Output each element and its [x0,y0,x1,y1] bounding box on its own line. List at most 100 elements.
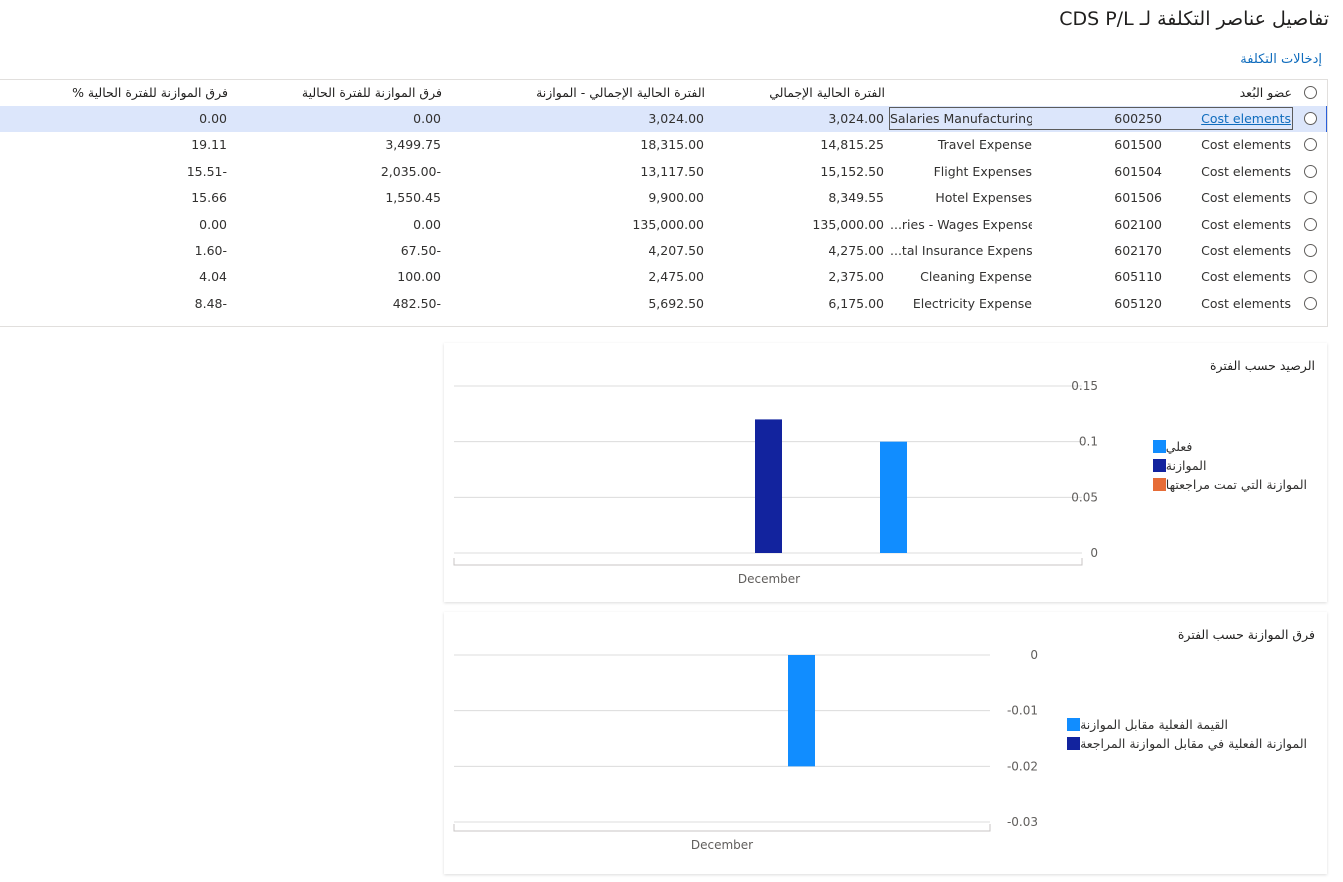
header-current-minus-budget[interactable]: الفترة الحالية الإجمالي - الموازنة [450,80,705,106]
legend-item-actual-vs-revised[interactable]: الموازنة الفعلية في مقابل الموازنة المرا… [1059,734,1307,753]
cell-code: 600250 [1114,111,1162,126]
actual-swatch [1152,440,1166,453]
budget-swatch [1152,459,1166,472]
header-dimension-member[interactable]: عضو البُعد [1092,80,1292,106]
cell-current-total: 3,024.00 [828,111,884,126]
category-axis [453,558,1083,566]
cell-budget-variance: 1,550.45 [385,190,441,206]
cell-code: 601500 [1114,137,1162,153]
balance-chart-legend: فعلي الموازنة الموازنة التي تمت مراجعتها [1145,437,1307,494]
cell-budget-variance-pct: -1.60 [194,243,227,258]
balance-by-period-panel: الرصيد حسب الفترة 0.15 0.1 0.05 0 December ف… [444,343,1327,602]
legend-item-actual[interactable]: فعلي [1145,437,1307,456]
cell-current-minus-budget: 4,207.50 [648,243,704,258]
cell-dimension-type: Cost elements [1201,137,1291,153]
row-select-radio[interactable] [1304,270,1317,284]
table-row[interactable]: Cost elements 601504 Flight Expenses 15,152… [0,159,1327,185]
cell-current-minus-budget: 135,000.00 [632,216,704,232]
actual-vs-budget-swatch [1067,718,1081,731]
cell-budget-variance: 0.00 [413,111,441,126]
cell-dimension-type[interactable]: Cost elements [1180,106,1291,132]
cell-description: Salaries Manufacturing [890,111,1032,126]
y-tick-label: -0.01 [1007,704,1038,718]
y-tick-label: 0 [1030,648,1038,662]
page-title: تفاصيل عناصر التكلفة لـ CDS P/L [1059,8,1329,30]
y-tick-label: 0 [1090,546,1098,560]
grid-header: عضو البُعد الفترة الحالية الإجمالي الفتر… [0,80,1327,107]
cell-current-total: 4,275.00 [828,243,884,258]
row-select-radio[interactable] [1304,112,1317,125]
legend-item-actual-vs-budget[interactable]: القيمة الفعلية مقابل الموازنة [1059,715,1307,734]
variance-chart-legend: القيمة الفعلية مقابل الموازنة الموازنة ا… [1059,715,1307,753]
cell-budget-variance: 3,499.75 [385,137,441,153]
table-row[interactable]: Cost elements 602170 ...tal Insurance Expe… [0,238,1327,264]
revised-budget-swatch [1152,478,1166,491]
row-select-radio[interactable] [1304,296,1317,310]
cell-dimension-type: Cost elements [1201,216,1291,232]
cell-dimension-type: Cost elements [1201,269,1291,285]
cell-current-total: 135,000.00 [812,216,884,232]
cell-current-total: 14,815.25 [820,137,884,153]
y-tick-label: -0.03 [1007,815,1038,829]
legend-label-actual-vs-budget: القيمة الفعلية مقابل الموازنة [1080,717,1228,732]
grid-scroll-fade [0,312,1327,326]
cell-dimension-type: Cost elements [1201,190,1291,206]
x-tick-label: December [691,838,753,852]
cell-code: 602100 [1114,216,1162,232]
cell-dimension-type: Cost elements [1201,163,1291,179]
table-row[interactable]: Cost elements 601506 Hotel Expenses 8,349.5… [0,185,1327,211]
cell-description: Cleaning Expense [920,269,1032,285]
row-select-radio[interactable] [1304,191,1317,205]
x-tick-label: December [738,572,800,586]
cell-description: Travel Expense [937,137,1032,153]
cell-code: 602170 [1114,243,1162,258]
cell-description: ...tal Insurance Expense [890,243,1032,258]
cell-budget-variance: 0.00 [413,216,441,232]
table-row[interactable]: Cost elements 605110 Cleaning Expense 2,375… [0,264,1327,290]
legend-label-actual: فعلي [1165,439,1193,454]
cell-current-minus-budget: 2,475.00 [648,269,704,285]
header-budget-variance[interactable]: فرق الموازنة للفترة الحالية [240,80,442,106]
cell-budget-variance: 100.00 [397,269,441,285]
cell-code: 601506 [1114,190,1162,206]
cell-current-total: 2,375.00 [828,269,884,285]
row-select-radio[interactable] [1304,138,1317,152]
y-tick-label: 0.15 [1071,379,1098,393]
y-tick-label: 0.05 [1071,490,1098,504]
bar-actual [880,441,907,553]
cost-entries-link[interactable]: إدخالات التكلفة [1240,52,1322,67]
balance-chart-title: الرصيد حسب الفترة [1209,358,1315,373]
y-tick-label: -0.02 [1007,759,1038,773]
cell-code: 601504 [1114,163,1162,179]
cell-budget-variance-pct: 19.11 [191,137,227,153]
cell-budget-variance: -2,035.00 [380,163,441,179]
cell-current-minus-budget: 3,024.00 [648,111,704,126]
table-row[interactable]: Cost elements 601500 Travel Expense 14,815.… [0,132,1327,158]
legend-label-budget: الموازنة [1165,458,1207,473]
table-row[interactable]: Cost elements 602100 ...ries - Wages Expen… [0,212,1327,238]
cell-description: ...ries - Wages Expense [890,216,1032,232]
legend-label-revised-budget: الموازنة التي تمت مراجعتها [1165,477,1307,492]
bar-budget [755,419,782,553]
row-select-radio[interactable] [1304,244,1317,257]
cell-budget-variance: -67.50 [400,243,441,258]
variance-chart-title: فرق الموازنة حسب الفترة [1177,627,1315,642]
row-select-radio[interactable] [1304,164,1317,178]
row-select-radio[interactable] [1304,217,1317,231]
table-row[interactable]: Cost elements 600250 Salaries Manufacturin… [0,106,1327,133]
cell-description: Hotel Expenses [935,190,1032,206]
legend-item-revised-budget[interactable]: الموازنة التي تمت مراجعتها [1145,475,1307,494]
cell-budget-variance-pct: -15.51 [186,163,227,179]
cell-budget-variance-pct: 4.04 [199,269,227,285]
cell-code: 605110 [1114,269,1162,285]
variance-chart: 0 -0.01 -0.02 -0.03 December [453,648,1038,852]
header-budget-variance-pct[interactable]: فرق الموازنة للفترة الحالية % [20,80,228,106]
cell-description: Flight Expenses [933,163,1032,179]
cell-current-minus-budget: 9,900.00 [648,190,704,206]
select-all-radio[interactable] [1304,86,1317,99]
cost-elements-grid: عضو البُعد الفترة الحالية الإجمالي الفتر… [0,79,1328,327]
bar-actual-vs-budget [788,655,815,767]
legend-item-budget[interactable]: الموازنة [1145,456,1307,475]
cell-budget-variance-pct: 0.00 [199,216,227,232]
category-axis [453,824,991,832]
